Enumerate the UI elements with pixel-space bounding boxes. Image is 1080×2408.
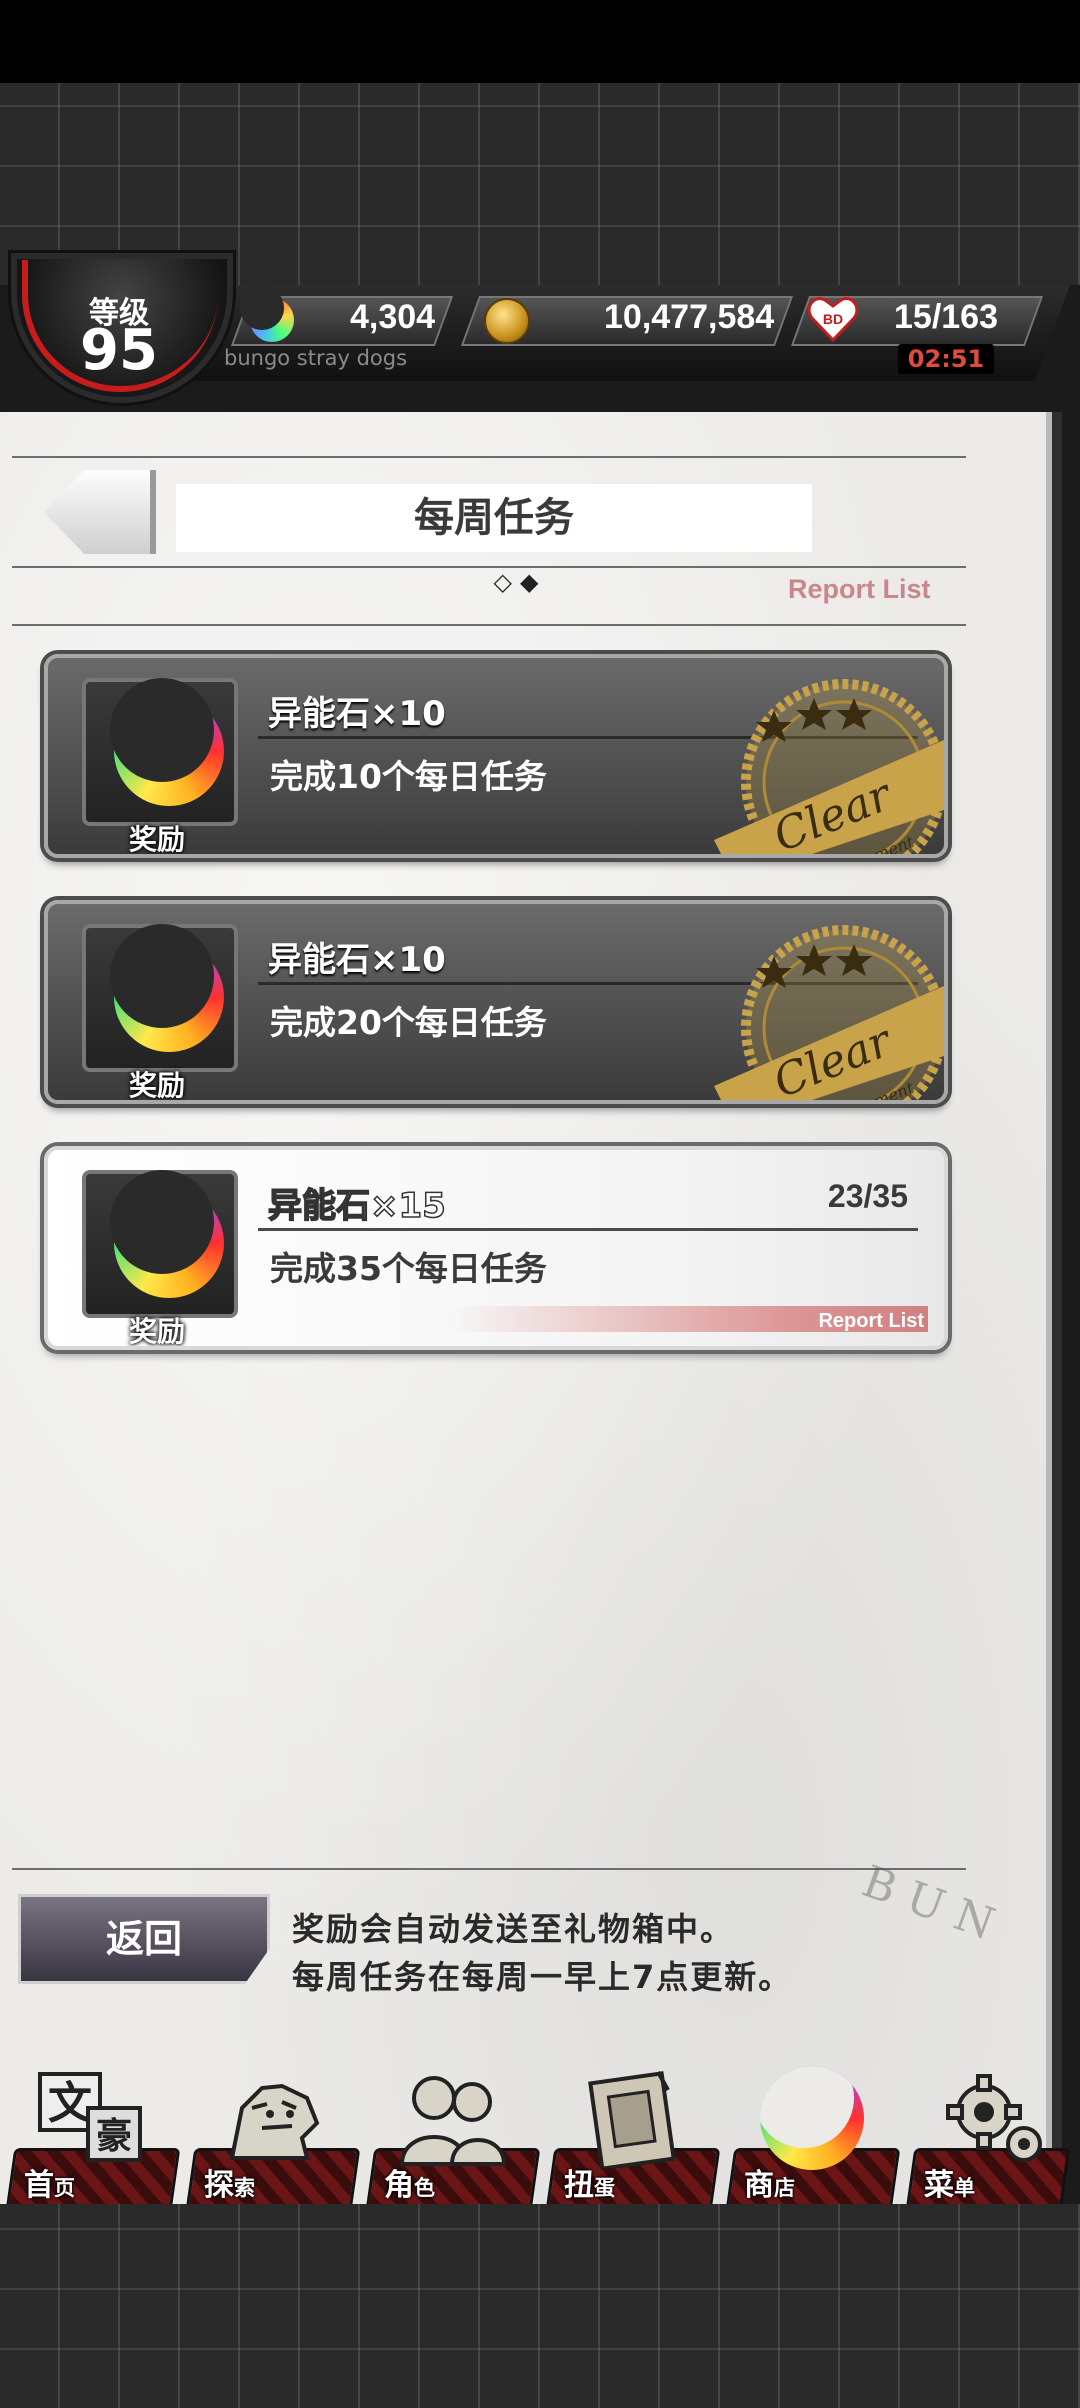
stamina-heart-icon: BD (808, 297, 858, 342)
nav-label-small: 单 (954, 2176, 975, 2200)
nav-gacha[interactable]: 扭蛋 (545, 2060, 721, 2210)
nav-label-main: 角 (384, 2168, 414, 2203)
tabs-bottom-line (12, 624, 966, 626)
clear-stamp-icon: Clear Achievement (714, 925, 944, 1100)
coin-icon (484, 298, 530, 344)
level-value: 95 (80, 318, 158, 383)
page-indicator[interactable]: ◇◆ (470, 568, 570, 596)
nav-explore[interactable]: 探索 (185, 2060, 361, 2210)
tiger-icon (210, 2066, 334, 2170)
reward-icon-frame (82, 924, 238, 1072)
game-subtitle: bungo stray dogs (224, 346, 408, 370)
reward-label: 奖励 (128, 1315, 185, 1348)
moon-stone-icon (750, 2066, 874, 2170)
nav-label-main: 扭 (564, 2168, 594, 2203)
mission-description: 完成10个每日任务 (270, 757, 547, 796)
reward-title: 异能石×15 (267, 1185, 446, 1227)
ability-stone-icon (110, 678, 224, 806)
mission-progress: 23/35 (827, 1178, 908, 1214)
reward-title: 异能石×10 (268, 940, 446, 980)
bungo-logo-icon: 文 豪 (30, 2066, 154, 2170)
report-list-link[interactable]: Report List (788, 574, 931, 605)
notice-line-2: 每周任务在每周一早上7点更新。 (292, 1958, 793, 1996)
nav-label-main: 探 (204, 2168, 234, 2203)
nav-characters[interactable]: 角色 (365, 2060, 541, 2210)
back-button[interactable]: 返回 (18, 1894, 270, 1984)
nav-label-main: 商 (744, 2168, 774, 2203)
card-report-list-link[interactable]: Report List (818, 1310, 924, 1333)
mission-card-2[interactable]: 奖励 异能石×10 完成20个每日任务 Clear Achievement (44, 900, 948, 1104)
svg-text:文: 文 (48, 2078, 92, 2129)
notice-line-1: 奖励会自动发送至礼物箱中。 (292, 1910, 735, 1948)
nav-menu[interactable]: 菜单 (905, 2060, 1071, 2210)
ability-stone-icon (240, 286, 294, 342)
bottom-grid-decoration (0, 2204, 1080, 2408)
nav-label-small: 索 (234, 2176, 255, 2200)
svg-text:BD: BD (823, 311, 843, 327)
reward-icon-frame (82, 678, 238, 826)
ability-stone-icon (110, 1170, 224, 1298)
mission-description: 完成35个每日任务 (270, 1249, 547, 1288)
nav-label-small: 蛋 (594, 2176, 615, 2200)
svg-text:豪: 豪 (96, 2115, 132, 2157)
bottom-nav: 文 豪 首页 探索 角色 扭蛋 商店 菜单 (0, 2040, 1080, 2210)
nav-label-small: 店 (774, 2176, 795, 2200)
footer-divider (12, 1868, 966, 1870)
clear-stamp-icon: Clear Achievement (714, 679, 944, 854)
reward-label: 奖励 (128, 823, 185, 856)
reward-label: 奖励 (128, 1069, 185, 1102)
status-bar (0, 0, 1080, 83)
characters-icon (390, 2066, 514, 2170)
mission-card-3[interactable]: 奖励 异能石×15 23/35 完成35个每日任务 Report List (44, 1146, 948, 1350)
coins-count: 10,477,584 (604, 298, 775, 336)
reward-title: 异能石×10 (268, 694, 446, 734)
nav-home[interactable]: 文 豪 首页 (5, 2060, 181, 2210)
stamina-timer: 02:51 (898, 344, 994, 374)
nav-label-main: 首 (24, 2168, 54, 2203)
title-top-line (12, 456, 966, 458)
nav-label-small: 色 (414, 2176, 435, 2200)
reward-icon-frame (82, 1170, 238, 1318)
nav-shop[interactable]: 商店 (725, 2060, 901, 2210)
card-divider (258, 1228, 918, 1231)
page-title: 每周任务 (176, 484, 812, 552)
gear-icon (930, 2066, 1054, 2170)
mission-description: 完成20个每日任务 (270, 1003, 547, 1042)
nav-label-small: 页 (54, 2176, 75, 2200)
book-icon (570, 2066, 694, 2170)
nav-label-main: 菜 (924, 2168, 954, 2203)
mission-card-1[interactable]: 奖励 异能石×10 完成10个每日任务 Clear Achievement (44, 654, 948, 858)
stones-count: 4,304 (350, 298, 436, 336)
ability-stone-icon (110, 924, 224, 1052)
stamina-count: 15/163 (894, 298, 998, 336)
back-arrow-edge (150, 470, 156, 554)
